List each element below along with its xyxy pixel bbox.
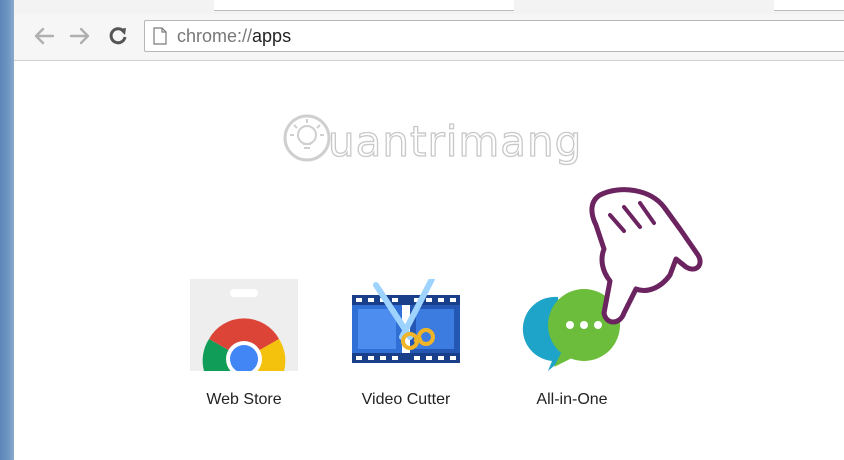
app-web-store[interactable]: Web Store bbox=[162, 273, 302, 413]
web-store-icon bbox=[190, 279, 298, 371]
video-cutter-icon bbox=[352, 279, 460, 363]
back-arrow-icon bbox=[34, 27, 55, 45]
lightbulb-logo-icon bbox=[283, 114, 331, 162]
pointing-hand-icon bbox=[589, 187, 703, 325]
url-host: apps bbox=[252, 26, 292, 46]
forward-button[interactable] bbox=[68, 24, 92, 48]
reload-button[interactable] bbox=[106, 24, 130, 48]
browser-toolbar: chrome://apps bbox=[14, 14, 844, 61]
window-frame-left bbox=[0, 0, 14, 460]
watermark-text: uantrimang bbox=[327, 116, 583, 166]
tab-strip bbox=[14, 0, 844, 15]
tab[interactable] bbox=[774, 0, 844, 11]
address-bar[interactable]: chrome://apps bbox=[144, 20, 844, 52]
tab[interactable] bbox=[214, 0, 514, 11]
forward-arrow-icon bbox=[69, 27, 90, 45]
url-text: chrome://apps bbox=[177, 26, 291, 46]
app-label: Web Store bbox=[206, 391, 282, 408]
app-label: Video Cutter bbox=[361, 391, 451, 408]
watermark-logo: uantrimang bbox=[276, 105, 596, 185]
url-scheme: chrome:// bbox=[177, 26, 253, 46]
app-label: All-in-One bbox=[536, 391, 608, 408]
page-icon bbox=[153, 27, 167, 45]
apps-page: uantrimang Web Store Video Cutter All-in… bbox=[14, 61, 844, 460]
app-video-cutter[interactable]: Video Cutter bbox=[324, 273, 464, 413]
back-button[interactable] bbox=[32, 24, 56, 48]
reload-icon bbox=[109, 27, 127, 45]
